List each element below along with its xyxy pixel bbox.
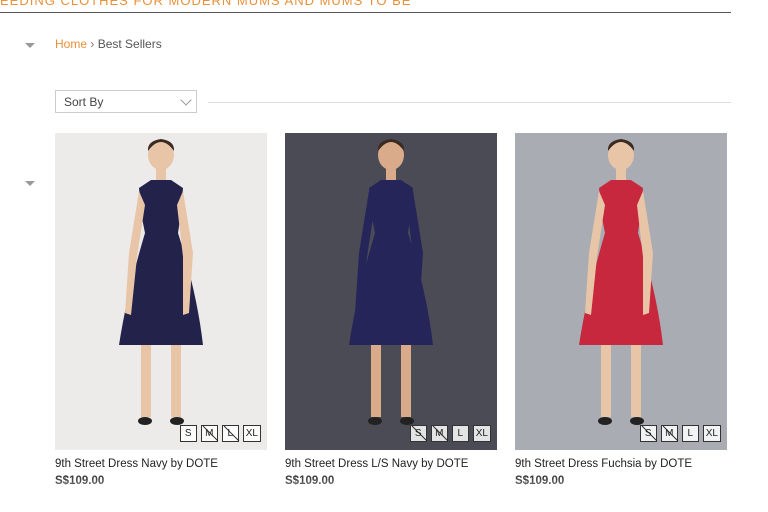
divider bbox=[208, 102, 731, 103]
promo-banner: EEDING CLOTHES FOR MODERN MUMS AND MUMS … bbox=[0, 0, 731, 13]
sort-by-label: Sort By bbox=[64, 95, 104, 109]
size-option-l[interactable]: L bbox=[681, 425, 699, 442]
product-card[interactable]: S M L XL 9th Street Dress Fuchsia by DOTE S$1… bbox=[515, 133, 727, 487]
breadcrumb-current: Best Sellers bbox=[97, 37, 162, 51]
product-photo[interactable]: S M L XL bbox=[285, 133, 497, 450]
breadcrumb-separator: › bbox=[90, 37, 95, 51]
chevron-down-icon[interactable] bbox=[25, 181, 35, 186]
model-illustration bbox=[119, 139, 203, 425]
size-option-s[interactable]: S bbox=[409, 425, 427, 442]
product-card[interactable]: S M L XL 9th Street Dress L/S Navy by DOTE S$… bbox=[285, 133, 497, 487]
size-option-m[interactable]: M bbox=[660, 425, 678, 442]
promo-banner-text: EEDING CLOTHES FOR MODERN MUMS AND MUMS … bbox=[0, 0, 412, 8]
product-name[interactable]: 9th Street Dress Navy by DOTE bbox=[55, 458, 218, 470]
size-option-xl[interactable]: XL bbox=[472, 425, 491, 442]
product-card[interactable]: S M L XL 9th Street Dress Navy by DOTE S$109.… bbox=[55, 133, 267, 487]
size-options: S M L XL bbox=[179, 425, 261, 442]
product-price: S$109.00 bbox=[285, 475, 335, 487]
size-option-s[interactable]: S bbox=[639, 425, 657, 442]
chevron-down-icon[interactable] bbox=[25, 43, 35, 48]
size-option-xl[interactable]: XL bbox=[702, 425, 721, 442]
product-price: S$109.00 bbox=[515, 475, 565, 487]
size-option-s[interactable]: S bbox=[179, 425, 197, 442]
size-option-m[interactable]: M bbox=[430, 425, 448, 442]
size-option-xl[interactable]: XL bbox=[242, 425, 261, 442]
bottom-fade bbox=[0, 472, 768, 512]
product-name[interactable]: 9th Street Dress L/S Navy by DOTE bbox=[285, 458, 468, 470]
product-price: S$109.00 bbox=[55, 475, 105, 487]
model-illustration bbox=[349, 139, 433, 425]
chevron-down-icon bbox=[180, 94, 192, 106]
size-option-l[interactable]: L bbox=[221, 425, 239, 442]
size-option-m[interactable]: M bbox=[200, 425, 218, 442]
breadcrumb: Home › Best Sellers bbox=[55, 37, 162, 51]
size-options: S M L XL bbox=[409, 425, 491, 442]
size-option-l[interactable]: L bbox=[451, 425, 469, 442]
sort-by-select[interactable]: Sort By bbox=[55, 90, 197, 113]
model-illustration bbox=[579, 139, 663, 425]
product-photo[interactable]: S M L XL bbox=[515, 133, 727, 450]
product-name[interactable]: 9th Street Dress Fuchsia by DOTE bbox=[515, 458, 692, 470]
breadcrumb-home-link[interactable]: Home bbox=[55, 37, 87, 51]
size-options: S M L XL bbox=[639, 425, 721, 442]
product-photo[interactable]: S M L XL bbox=[55, 133, 267, 450]
